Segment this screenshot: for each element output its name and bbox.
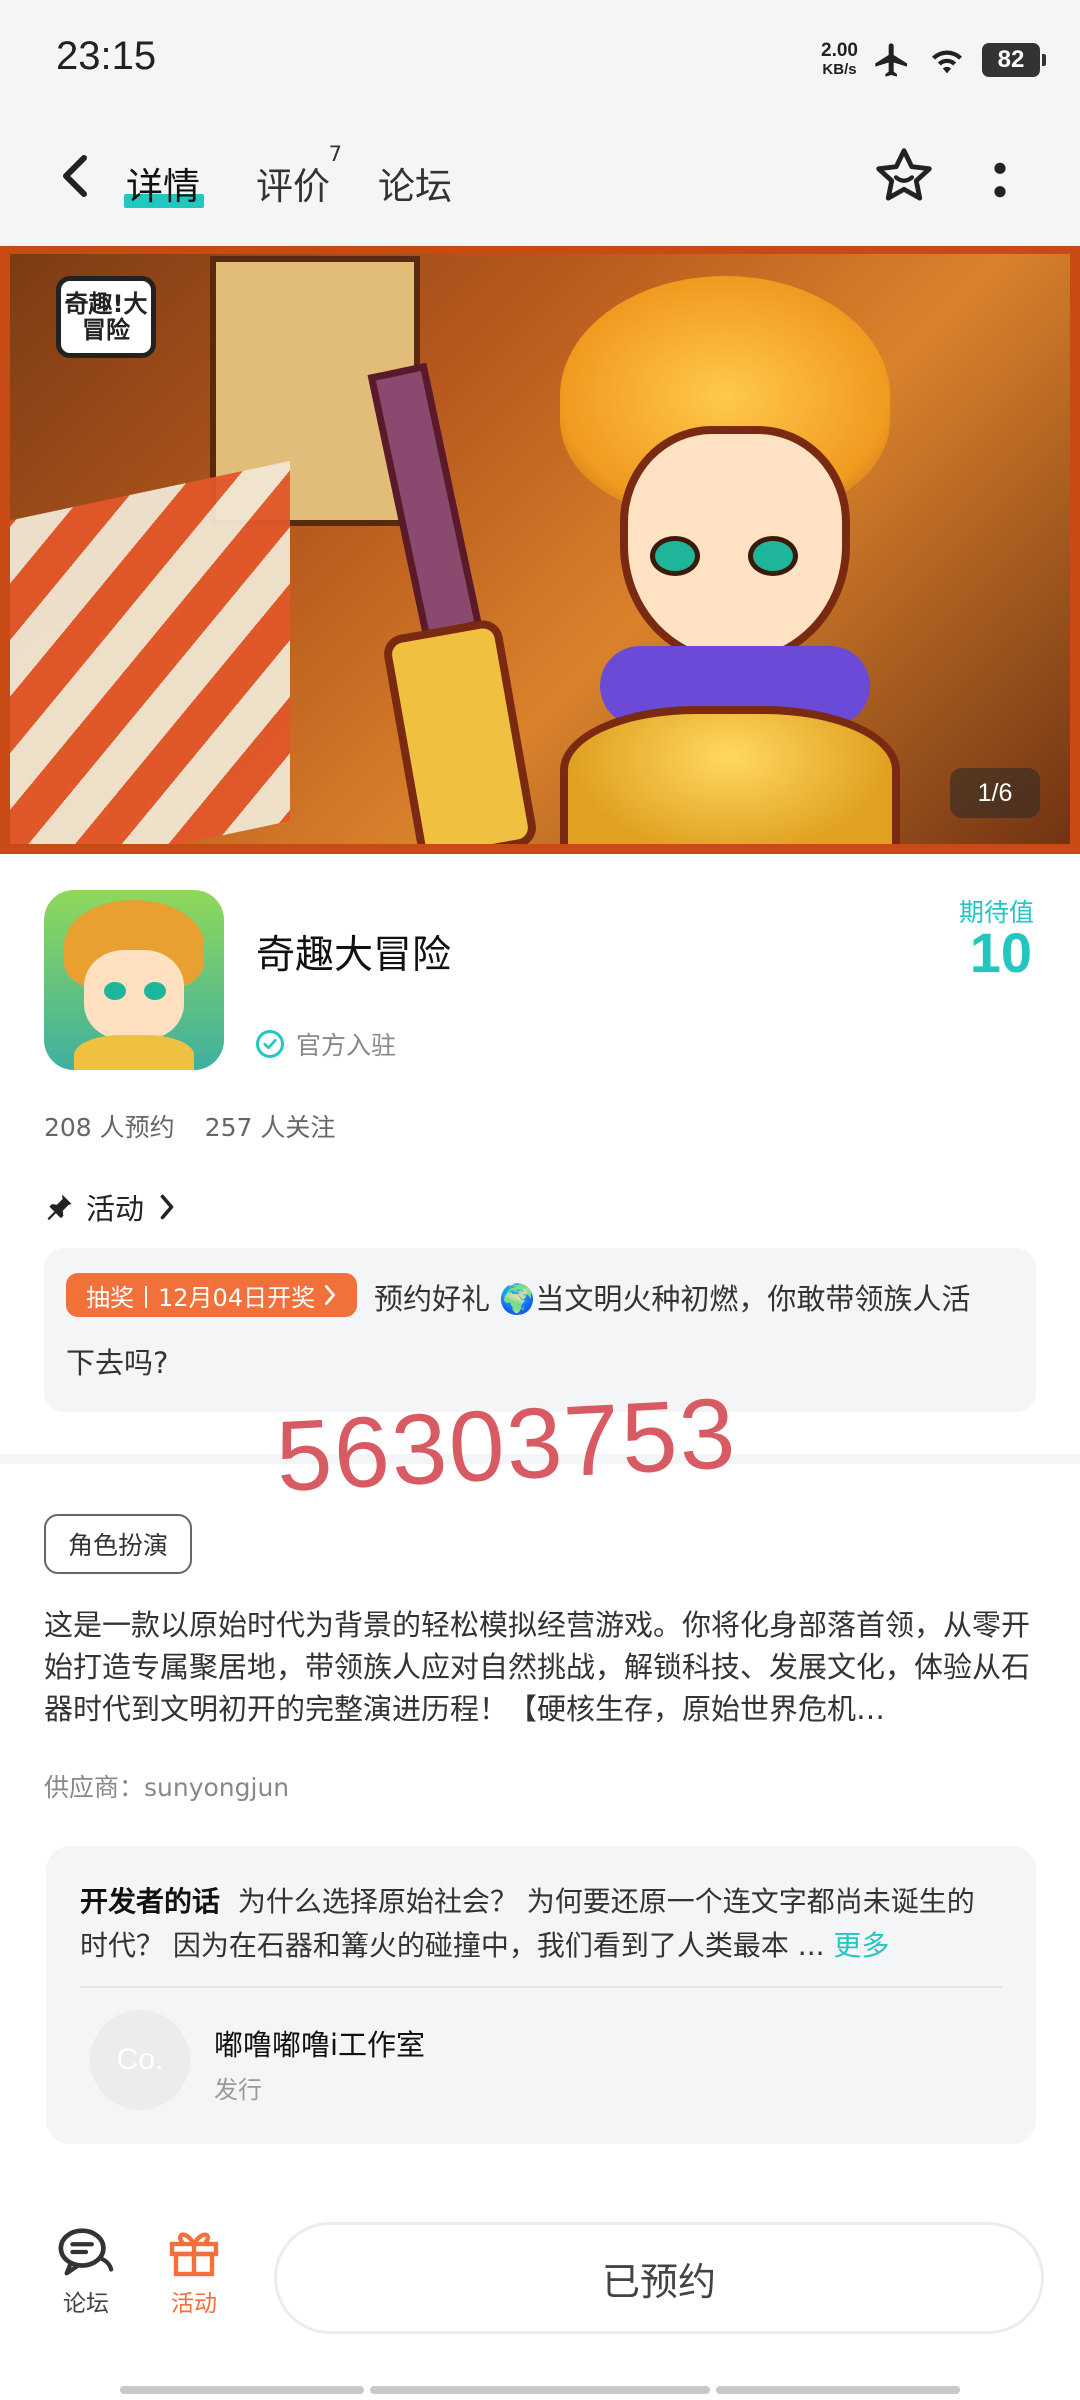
tab-reviews-label: 评价 bbox=[256, 165, 330, 208]
reservation-count: 208 人预约 bbox=[44, 1113, 175, 1142]
favorite-button[interactable] bbox=[872, 144, 936, 208]
app-name: 奇趣大冒险 bbox=[256, 933, 452, 978]
developer-card[interactable]: 开发者的话 为什么选择原始社会？ 为何要还原一个连文字都尚未诞生的时代？ 因为在… bbox=[46, 1846, 1036, 2144]
banner-carousel[interactable]: 奇趣!大冒险 1/6 bbox=[0, 246, 1080, 854]
wifi-icon bbox=[932, 50, 962, 74]
bottom-activity-button[interactable]: 活动 bbox=[158, 2226, 230, 2318]
more-vertical-icon bbox=[994, 162, 1006, 198]
more-link[interactable]: 更多 bbox=[833, 1929, 889, 1962]
more-options-button[interactable] bbox=[980, 152, 1020, 208]
expectation-value: 10 bbox=[969, 921, 1032, 984]
studio-name[interactable]: 嘟噜嘟噜i工作室 bbox=[214, 2022, 425, 2064]
app-icon bbox=[44, 890, 224, 1070]
chat-bubble-icon bbox=[58, 2228, 114, 2276]
network-speed-value: 2.00 bbox=[821, 40, 858, 61]
game-description[interactable]: 这是一款以原始时代为背景的轻松模拟经营游戏。你将化身部落首领，从零开始打造专属聚… bbox=[44, 1604, 1044, 1730]
studio-avatar[interactable]: Co. bbox=[90, 2010, 190, 2110]
bottom-forum-label: 论坛 bbox=[63, 2291, 109, 2317]
tab-details-label: 详情 bbox=[126, 165, 200, 208]
gift-icon bbox=[169, 2232, 219, 2277]
activity-text-line1: 预约好礼 🌍当文明火种初燃，你敢带领族人活 bbox=[374, 1282, 971, 1316]
bottom-forum-button[interactable]: 论坛 bbox=[50, 2226, 122, 2318]
network-speed: 2.00 KB/s bbox=[821, 41, 858, 79]
lottery-badge: 抽奖丨12月04日开奖 bbox=[66, 1273, 358, 1317]
activity-text-line2: 下去吗? bbox=[66, 1346, 169, 1380]
app-icon-eye bbox=[144, 982, 166, 1000]
activity-section-header[interactable]: 活动 bbox=[44, 1186, 178, 1228]
chevron-right-icon bbox=[325, 1285, 336, 1305]
network-speed-unit: KB/s bbox=[822, 61, 857, 78]
back-button[interactable] bbox=[48, 148, 104, 204]
app-stats: 208 人预约 257 人关注 bbox=[44, 1108, 335, 1144]
top-nav-bar: 详情 评价 7 论坛 bbox=[0, 118, 1080, 246]
chevron-right-icon bbox=[160, 1194, 174, 1220]
studio-role: 发行 bbox=[214, 2076, 262, 2104]
tab-details[interactable]: 详情 bbox=[124, 156, 204, 210]
card-separator bbox=[80, 1986, 1002, 1988]
developer-message: 开发者的话 为什么选择原始社会？ 为何要还原一个连文字都尚未诞生的时代？ 因为在… bbox=[80, 1880, 1000, 1968]
developer-message-title: 开发者的话 bbox=[80, 1885, 221, 1918]
gesture-bar-segment bbox=[370, 2386, 710, 2394]
chevron-left-icon bbox=[63, 155, 87, 197]
pin-icon bbox=[47, 1194, 72, 1221]
check-circle-icon bbox=[256, 1030, 284, 1058]
status-bar: 23:15 2.00 KB/s 82 bbox=[0, 0, 1080, 118]
activity-heading: 活动 bbox=[86, 1192, 145, 1226]
status-icons: 2.00 KB/s 82 bbox=[821, 36, 1046, 84]
review-count-badge: 7 bbox=[328, 142, 342, 166]
battery-indicator: 82 bbox=[982, 43, 1046, 77]
star-icon bbox=[876, 148, 932, 201]
status-time: 23:15 bbox=[56, 34, 157, 78]
app-icon-body bbox=[74, 1035, 194, 1070]
genre-tag[interactable]: 角色扮演 bbox=[44, 1514, 193, 1574]
lottery-badge-label: 抽奖丨12月04日开奖 bbox=[86, 1283, 316, 1312]
gesture-bar-segment bbox=[120, 2386, 364, 2394]
follower-count: 257 人关注 bbox=[204, 1113, 336, 1142]
tab-forum-label: 论坛 bbox=[378, 165, 452, 208]
tab-forum[interactable]: 论坛 bbox=[378, 156, 452, 210]
banner-page-counter: 1/6 bbox=[950, 768, 1040, 818]
airplane-icon bbox=[875, 43, 907, 77]
gesture-bar-segment bbox=[716, 2386, 960, 2394]
official-badge: 官方入驻 bbox=[256, 1026, 396, 1062]
official-label: 官方入驻 bbox=[296, 1031, 397, 1060]
app-icon-eye bbox=[104, 982, 126, 1000]
banner-frame bbox=[0, 246, 1080, 854]
bottom-activity-label: 活动 bbox=[171, 2291, 217, 2317]
tab-reviews[interactable]: 评价 7 bbox=[256, 142, 342, 210]
supplier-info: 供应商：sunyongjun bbox=[44, 1773, 290, 1802]
app-icon-face bbox=[84, 950, 184, 1040]
reserved-button[interactable]: 已预约 bbox=[274, 2222, 1044, 2334]
watermark-number: 56303753 bbox=[273, 1377, 740, 1513]
